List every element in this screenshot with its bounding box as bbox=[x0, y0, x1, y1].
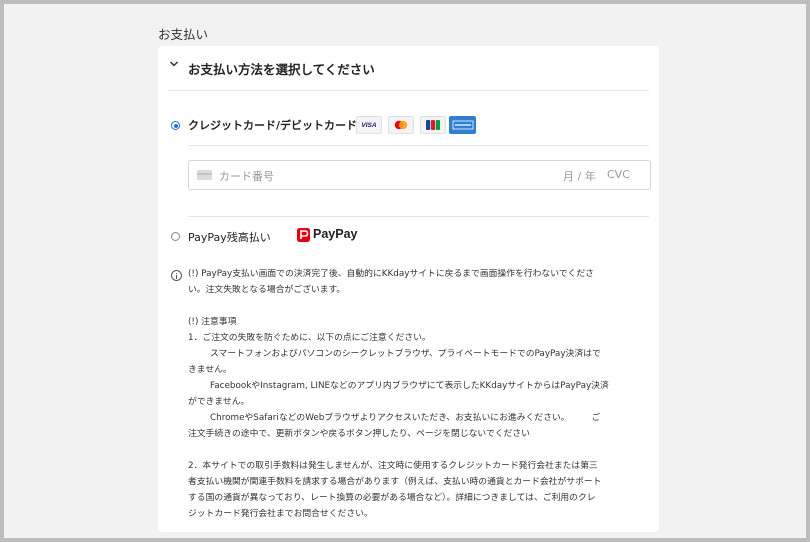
paypay-notes: (!) PayPay支払い画面での決済完了後、自動的にKKdayサイトに戻るまで… bbox=[188, 266, 648, 522]
paypay-option-label[interactable]: PayPay残高払い bbox=[188, 229, 271, 245]
card-option-divider bbox=[188, 145, 649, 146]
amex-logo bbox=[449, 116, 476, 134]
paypay-option-radio[interactable] bbox=[171, 232, 180, 241]
info-icon bbox=[171, 270, 182, 281]
paypay-mark-icon bbox=[297, 228, 310, 242]
card-option-label[interactable]: クレジットカード/デビットカード bbox=[188, 117, 357, 133]
credit-card-icon bbox=[197, 170, 212, 180]
card-option-radio[interactable] bbox=[171, 121, 180, 130]
paypay-logo-text: PayPay bbox=[313, 227, 358, 241]
note-item: ジットカード発行会社までお問合せください。 bbox=[188, 509, 373, 519]
note-item: する国の通貨が異なっており、レート換算の必要がある場合など）。詳細につきましては… bbox=[188, 493, 596, 503]
note-item: 1．ご注文の失敗を防ぐために、以下の点にご注意ください。 bbox=[188, 333, 431, 343]
header-divider bbox=[168, 90, 649, 91]
visa-logo: VISA bbox=[356, 116, 382, 134]
note-item: 注文手続きの途中で、更新ボタンや戻るボタン押したり、ページを閉じないでください bbox=[188, 429, 530, 439]
expiry-input[interactable]: 月 / 年 bbox=[563, 168, 596, 184]
note-item: 者支払い機関が関連手数料を請求する場合があります（例えば、支払い時の通貨とカード… bbox=[188, 477, 602, 487]
note-item: ChromeやSafariなどのWebブラウザよりアクセスいただき、お支払いにお… bbox=[210, 413, 601, 423]
note-item: 2．本サイトでの取引手数料は発生しませんが、注文時に使用するクレジットカード発行… bbox=[188, 461, 598, 471]
card-input-field[interactable]: カード番号 月 / 年 CVC bbox=[188, 160, 651, 190]
notes-heading: (!) 注意事項 bbox=[188, 317, 237, 327]
payment-method-header[interactable]: お支払い方法を選択してください bbox=[158, 46, 659, 90]
card-number-input[interactable]: カード番号 bbox=[219, 168, 274, 184]
note-item: FacebookやInstagram, LINEなどのアプリ内ブラウザにて表示し… bbox=[210, 381, 609, 391]
payment-card: お支払い方法を選択してください クレジットカード/デビットカード VISA カー… bbox=[158, 46, 659, 532]
note-item: きません。 bbox=[188, 365, 232, 375]
note-item: スマートフォンおよびパソコンのシークレットブラウザ、プライベートモードでのPay… bbox=[210, 349, 601, 359]
warning-line: い。注文失敗となる場合がございます。 bbox=[188, 285, 346, 295]
warning-line: (!) PayPay支払い画面での決済完了後、自動的にKKdayサイトに戻るまで… bbox=[188, 269, 594, 279]
note-item: ができません。 bbox=[188, 397, 250, 407]
section-title: お支払い bbox=[158, 27, 209, 42]
chevron-down-icon bbox=[169, 61, 179, 67]
mastercard-logo bbox=[388, 116, 414, 134]
cvc-input[interactable]: CVC bbox=[607, 168, 630, 181]
jcb-logo bbox=[420, 116, 446, 134]
header-title: お支払い方法を選択してください bbox=[188, 62, 375, 77]
page-frame: お支払い お支払い方法を選択してください クレジットカード/デビットカード VI… bbox=[4, 4, 806, 538]
options-divider bbox=[188, 216, 649, 217]
